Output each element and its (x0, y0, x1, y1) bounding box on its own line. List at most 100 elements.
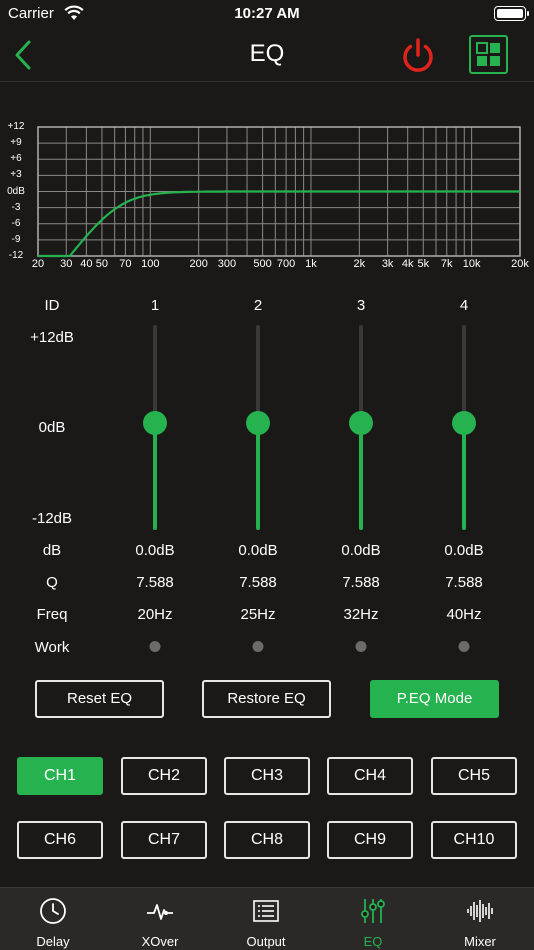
band-q-value: 7.588 (342, 574, 380, 591)
tab-label: Output (246, 934, 286, 949)
row-label-mid: 0dB (38, 419, 66, 436)
row-label-max: +12dB (30, 329, 74, 346)
channel-button-ch7[interactable]: CH7 (121, 821, 207, 859)
row-label-min: -12dB (31, 510, 73, 527)
row-label-freq: Freq (36, 606, 68, 623)
band-freq-value: 32Hz (343, 606, 379, 623)
channel-button-ch3[interactable]: CH3 (224, 757, 310, 795)
band-q-value: 7.588 (445, 574, 483, 591)
clock-time: 10:27 AM (234, 5, 300, 22)
band-db-value: 0.0dB (444, 542, 484, 559)
graph-x-label: 3k (381, 258, 394, 270)
band-db-value: 0.0dB (238, 542, 278, 559)
tab-mixer[interactable]: Mixer (427, 888, 533, 950)
band-freq-value: 20Hz (137, 606, 173, 623)
graph-x-label: 20k (511, 258, 529, 270)
band-id: 4 (459, 297, 469, 314)
tab-output[interactable]: Output (213, 888, 319, 950)
graph-x-label: 10k (462, 258, 481, 270)
graph-x-label: 5k (417, 258, 430, 270)
channel-button-ch6[interactable]: CH6 (17, 821, 103, 859)
band-gain-slider-fill (153, 427, 157, 530)
band-gain-slider-fill (256, 427, 260, 530)
graph-x-label: 50 (95, 258, 109, 270)
power-button[interactable] (398, 36, 438, 76)
reset-eq-button[interactable]: Reset EQ (35, 680, 164, 718)
band-gain-slider-fill (359, 427, 363, 530)
graph-x-label: 500 (253, 258, 272, 270)
graph-x-label: 300 (217, 258, 237, 270)
graph-y-label: -3 (11, 201, 21, 213)
graph-y-label: +9 (10, 137, 22, 149)
waveform-pulse-icon (147, 904, 173, 920)
graph-y-label: +12 (7, 121, 25, 132)
restore-eq-button[interactable]: Restore EQ (202, 680, 331, 718)
band-work-indicator[interactable] (252, 641, 264, 652)
row-label-id: ID (44, 297, 60, 314)
graph-x-label: 30 (60, 258, 73, 270)
band-work-indicator[interactable] (458, 641, 470, 652)
band-freq-value: 40Hz (446, 606, 482, 623)
graph-x-label: 100 (141, 258, 160, 270)
graph-x-label: 7k (440, 258, 453, 270)
row-label-q: Q (46, 574, 58, 591)
tab-label: Mixer (464, 934, 496, 949)
channel-button-ch8[interactable]: CH8 (224, 821, 310, 859)
graph-y-label: +3 (10, 169, 22, 181)
channel-button-ch4[interactable]: CH4 (327, 757, 413, 795)
band-gain-slider-thumb[interactable] (349, 410, 373, 435)
band-gain-slider-thumb[interactable] (452, 410, 476, 435)
tab-eq[interactable]: EQ (320, 888, 426, 950)
graph-x-label: 200 (189, 258, 208, 270)
tab-delay[interactable]: Delay (0, 888, 106, 950)
graph-x-label: 1k (305, 258, 317, 270)
eq-response-graph: +12 +9 +6 +3 0dB -3 -6 -9 -12 20 30 40 50 70 100 200 30… (0, 110, 534, 275)
grid-layout-icon (476, 42, 500, 66)
graph-y-label: +6 (10, 153, 22, 165)
graph-x-label: 4k (401, 258, 414, 270)
layout-toggle-button[interactable] (469, 35, 508, 74)
graph-x-label: 40 (80, 258, 93, 270)
band-gain-slider-fill (462, 427, 466, 530)
peq-mode-button[interactable]: P.EQ Mode (370, 680, 499, 718)
battery-icon (494, 6, 529, 21)
graph-y-label: 0dB (7, 185, 25, 197)
row-label-work: Work (34, 639, 70, 656)
band-gain-slider-thumb[interactable] (246, 410, 270, 435)
channel-button-ch5[interactable]: CH5 (431, 757, 517, 795)
band-work-indicator[interactable] (355, 641, 367, 652)
sliders-icon (361, 899, 385, 923)
clock-icon (40, 898, 66, 924)
graph-x-label: 2k (353, 258, 366, 270)
list-icon (253, 900, 279, 922)
band-id: 1 (150, 297, 160, 314)
band-db-value: 0.0dB (341, 542, 381, 559)
band-freq-value: 25Hz (240, 606, 276, 623)
page-title: EQ (249, 40, 285, 67)
graph-x-label: 20 (31, 258, 45, 270)
tab-xover[interactable]: XOver (107, 888, 213, 950)
graph-x-label: 700 (276, 258, 296, 270)
band-gain-slider-thumb[interactable] (143, 410, 167, 435)
channel-button-ch2[interactable]: CH2 (121, 757, 207, 795)
band-work-indicator[interactable] (149, 641, 161, 652)
eq-curve-plot (37, 126, 521, 258)
audio-wave-icon (467, 900, 493, 922)
tab-label: XOver (141, 934, 179, 949)
channel-button-ch9[interactable]: CH9 (327, 821, 413, 859)
graph-y-label: -9 (11, 233, 21, 245)
band-q-value: 7.588 (239, 574, 277, 591)
tab-label: EQ (363, 934, 383, 949)
band-q-value: 7.588 (136, 574, 174, 591)
channel-button-ch1[interactable]: CH1 (17, 757, 103, 795)
tab-bar: Delay XOver Output EQ Mixer (0, 887, 534, 950)
status-bar: Carrier 10:27 AM (0, 0, 534, 28)
graph-x-label: 70 (119, 258, 132, 270)
channel-button-ch10[interactable]: CH10 (431, 821, 517, 859)
band-db-value: 0.0dB (135, 542, 175, 559)
graph-y-label: -12 (8, 250, 24, 261)
band-id: 3 (356, 297, 366, 314)
nav-bar: EQ (0, 28, 534, 82)
power-icon (403, 38, 433, 72)
graph-y-label: -6 (11, 217, 21, 229)
